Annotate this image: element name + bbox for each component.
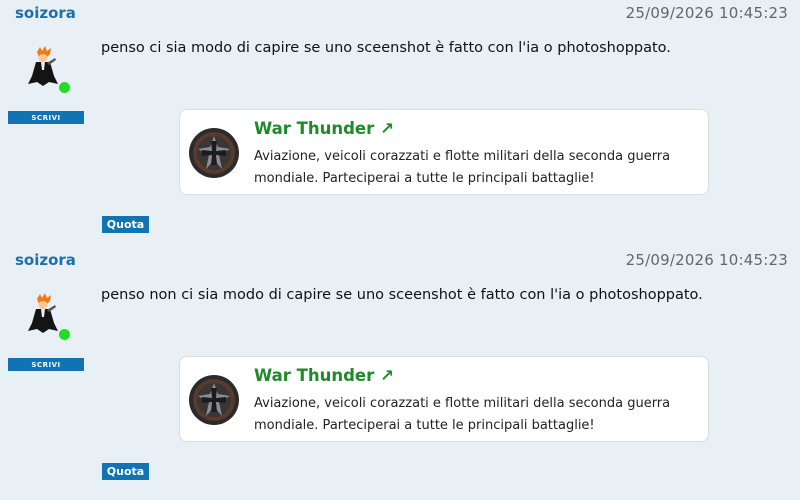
post-message: penso ci sia modo di capire se uno sceen… bbox=[101, 40, 671, 56]
write-message-button[interactable]: SCRIVI bbox=[8, 111, 84, 124]
war-thunder-logo-icon bbox=[189, 375, 239, 425]
forum-post: soizora 25/09/2026 10:45:23 SCRIVI penso… bbox=[0, 0, 800, 247]
link-card-description: Aviazione, veicoli corazzati e flotte mi… bbox=[254, 396, 671, 433]
post-timestamp: 25/09/2026 10:45:23 bbox=[625, 4, 788, 22]
forum-post: soizora 25/09/2026 10:45:23 SCRIVI penso… bbox=[0, 247, 800, 494]
user-avatar[interactable] bbox=[25, 46, 61, 88]
post-timestamp: 25/09/2026 10:45:23 bbox=[625, 251, 788, 269]
post-username[interactable]: soizora bbox=[15, 251, 76, 269]
online-status-indicator bbox=[59, 329, 70, 340]
link-card-description: Aviazione, veicoli corazzati e flotte mi… bbox=[254, 149, 671, 186]
quote-button[interactable]: Quota bbox=[102, 463, 149, 480]
link-card-title[interactable]: War Thunder ↗ bbox=[254, 119, 394, 138]
link-preview-card[interactable]: War Thunder ↗ Aviazione, veicoli corazza… bbox=[179, 109, 709, 195]
user-avatar[interactable] bbox=[25, 293, 61, 335]
post-username[interactable]: soizora bbox=[15, 4, 76, 22]
war-thunder-logo-icon bbox=[189, 128, 239, 178]
write-message-button[interactable]: SCRIVI bbox=[8, 358, 84, 371]
online-status-indicator bbox=[59, 82, 70, 93]
quote-button[interactable]: Quota bbox=[102, 216, 149, 233]
post-message: penso non ci sia modo di capire se uno s… bbox=[101, 287, 703, 303]
link-preview-card[interactable]: War Thunder ↗ Aviazione, veicoli corazza… bbox=[179, 356, 709, 442]
link-card-title[interactable]: War Thunder ↗ bbox=[254, 366, 394, 385]
